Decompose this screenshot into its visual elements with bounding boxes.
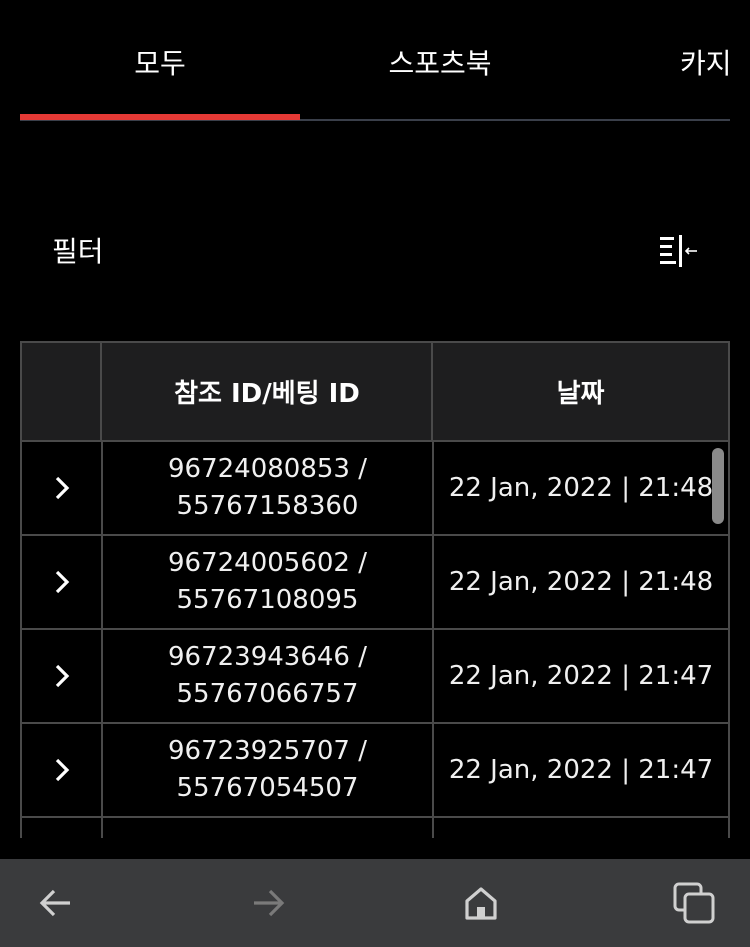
chevron-right-icon	[55, 570, 69, 594]
date-cell: 22 Jan, 2022 | 21:47	[448, 755, 714, 785]
tab-all[interactable]: 모두	[20, 44, 300, 84]
bet-history-table: 참조 ID/베팅 ID 날짜 96724080853 / 55767158360…	[20, 341, 730, 838]
back-button[interactable]	[30, 877, 82, 929]
ref-bet-id-cell: 96724005602 / 55767108095	[103, 536, 432, 628]
ref-bet-id-cell: 96723925707 / 55767054507	[103, 724, 432, 816]
table-row-partial[interactable]	[22, 818, 728, 838]
chevron-right-icon	[55, 758, 69, 782]
bet-id: 55767066757	[176, 679, 359, 709]
bet-id: 55767108095	[176, 585, 359, 615]
ref-id: 96723925707 /	[168, 736, 367, 766]
filter-toggle-button[interactable]	[654, 230, 702, 272]
expand-row-button[interactable]	[22, 630, 101, 722]
active-tab-indicator	[20, 114, 300, 120]
table-row[interactable]: 96723925707 / 55767054507 22 Jan, 2022 |…	[22, 724, 728, 818]
tabs-icon	[673, 882, 715, 924]
header-ref-id: 참조 ID/베팅 ID	[174, 379, 360, 409]
home-icon	[465, 887, 497, 920]
category-tabs: 모두 스포츠북 카지	[0, 0, 750, 130]
table-header: 참조 ID/베팅 ID 날짜	[22, 341, 728, 442]
ref-bet-id-cell: 96724080853 / 55767158360	[103, 442, 432, 534]
table-body: 96724080853 / 55767158360 22 Jan, 2022 |…	[22, 442, 728, 838]
table-row[interactable]: 96723943646 / 55767066757 22 Jan, 2022 |…	[22, 630, 728, 724]
arrow-left-icon	[39, 889, 70, 917]
ref-bet-id-cell: 96723943646 / 55767066757	[103, 630, 432, 722]
browser-bottom-bar	[0, 859, 750, 947]
collapse-filter-icon	[660, 235, 697, 267]
bet-history-page: 모두 스포츠북 카지 필터 참조 ID/베팅 ID 날짜 96724080853…	[0, 0, 750, 947]
date-cell: 22 Jan, 2022 | 21:47	[448, 661, 714, 691]
expand-row-button[interactable]	[22, 442, 101, 534]
expand-row-button[interactable]	[22, 536, 101, 628]
ref-id: 96724080853 /	[168, 454, 367, 484]
bet-id: 55767158360	[176, 491, 359, 521]
tabs-button[interactable]	[668, 877, 720, 929]
filter-label[interactable]: 필터	[52, 232, 104, 272]
expand-row-button[interactable]	[22, 724, 101, 816]
chevron-right-icon	[55, 476, 69, 500]
ref-id: 96724005602 /	[168, 548, 367, 578]
arrow-right-icon	[254, 889, 285, 917]
cell-divider	[101, 818, 103, 838]
table-row[interactable]: 96724005602 / 55767108095 22 Jan, 2022 |…	[22, 536, 728, 630]
ref-id: 96723943646 /	[168, 642, 367, 672]
table-scrollbar[interactable]	[712, 448, 724, 524]
date-cell: 22 Jan, 2022 | 21:48	[448, 567, 714, 597]
forward-button[interactable]	[242, 877, 294, 929]
home-button[interactable]	[455, 877, 507, 929]
header-date: 날짜	[556, 379, 605, 409]
bet-id: 55767054507	[176, 773, 359, 803]
chevron-right-icon	[55, 664, 69, 688]
tab-casino[interactable]: 카지	[680, 44, 732, 84]
cell-divider	[432, 818, 434, 838]
date-cell: 22 Jan, 2022 | 21:48	[448, 473, 714, 503]
table-row[interactable]: 96724080853 / 55767158360 22 Jan, 2022 |…	[22, 442, 728, 536]
tab-sportsbook[interactable]: 스포츠북	[300, 44, 580, 84]
